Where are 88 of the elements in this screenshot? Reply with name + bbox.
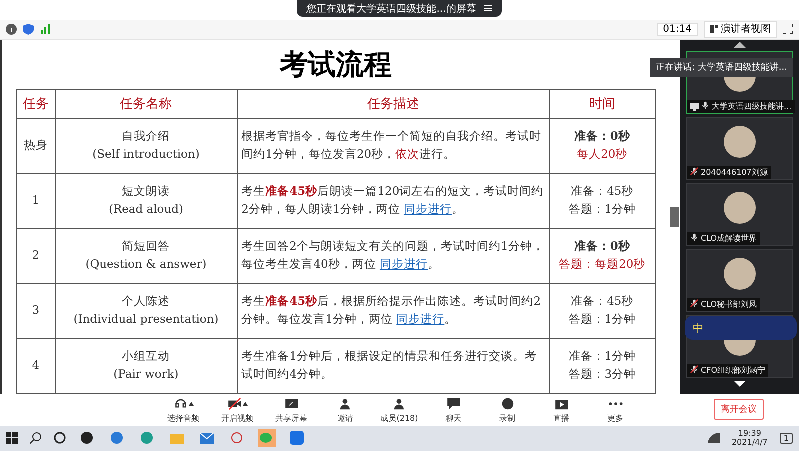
info-icon[interactable] xyxy=(6,24,17,35)
column-header: 任务描述 xyxy=(237,90,550,119)
column-header: 任务 xyxy=(16,90,56,119)
meeting-control[interactable]: 成员(218) xyxy=(380,396,420,424)
leave-meeting-button[interactable]: 离开会议 xyxy=(714,399,764,420)
muted-mic-icon xyxy=(690,365,699,374)
task-description: 考生准备45秒后，根据所给提示作出陈述。考试时间约2分钟。每位发言1分钟，两位 同步进行。 xyxy=(242,293,542,328)
menu-icon[interactable] xyxy=(484,5,492,12)
time-text: 答题：1分钟 xyxy=(568,201,638,218)
windows-start-icon[interactable] xyxy=(6,432,18,444)
time-text: 准备：0秒 xyxy=(573,128,632,146)
time-text: 准备：0秒 xyxy=(573,238,632,256)
chat-icon xyxy=(446,396,462,412)
meeting-control[interactable]: 共享屏幕 xyxy=(272,396,312,424)
time-text: 答题：每题20秒 xyxy=(558,256,647,274)
task-name-english: (Read aloud) xyxy=(108,201,184,218)
task-cell: 2 xyxy=(16,228,56,284)
time-text: 每人20秒 xyxy=(576,146,629,164)
task-name: 个人陈述 xyxy=(121,293,172,310)
mic-icon xyxy=(701,101,710,110)
meeting-control[interactable]: 选择音频 xyxy=(164,396,204,424)
task-description: 考生回答2个与朗读短文有关的问题，考试时间约1分钟，每位考生发言40秒，两位 同步进行。 xyxy=(242,238,545,274)
link[interactable]: 同步进行 xyxy=(396,312,445,326)
task-description: 考生准备1分钟后，根据设定的情景和任务进行交谈。考试时间约4分钟。 xyxy=(242,348,538,384)
participant-name: 2040446107刘源 xyxy=(701,167,768,178)
participant-tile[interactable]: CLO成解读世界 xyxy=(686,183,793,246)
muted-mic-icon xyxy=(690,299,699,308)
task-name-english: (Pair work) xyxy=(112,366,180,384)
avatar xyxy=(724,258,756,290)
column-header: 任务名称 xyxy=(55,90,238,119)
avatar xyxy=(724,126,756,158)
fullscreen-icon[interactable] xyxy=(783,24,793,34)
task-cell: 3 xyxy=(16,284,56,339)
meeting-control[interactable]: 开启视频 xyxy=(218,396,258,424)
search-icon[interactable] xyxy=(30,432,42,444)
task-name: 简短回答 xyxy=(121,238,172,256)
record-icon xyxy=(500,396,516,412)
video-off-icon xyxy=(227,396,243,412)
scroll-down-icon[interactable] xyxy=(734,381,746,388)
time-text: 准备：1分钟 xyxy=(568,348,638,366)
collapse-handle[interactable] xyxy=(670,207,679,228)
mic-icon xyxy=(690,233,699,242)
meeting-control[interactable]: 更多 xyxy=(596,396,636,424)
time-text: 准备：45秒 xyxy=(570,183,635,200)
caret-icon[interactable] xyxy=(189,402,194,406)
speaker-tooltip: 正在讲话: 大学英语四级技能讲... xyxy=(650,58,794,78)
participant-name: CFO组织部刘涵宁 xyxy=(701,365,766,376)
column-header: 时间 xyxy=(549,90,656,119)
muted-mic-icon xyxy=(690,167,699,176)
time-text: 答题：3分钟 xyxy=(568,366,638,384)
link[interactable]: 同步进行 xyxy=(380,257,428,272)
taskbar-clock[interactable]: 19:39 2021/4/7 xyxy=(732,428,768,448)
task-name-english: (Question & answer) xyxy=(84,256,208,274)
participant-name: 大学英语四级技能讲... xyxy=(712,101,792,112)
meeting-control[interactable]: 直播 xyxy=(542,396,582,424)
more-icon xyxy=(608,402,624,406)
shield-icon[interactable] xyxy=(23,24,34,35)
input-method-menu[interactable]: 中 xyxy=(685,316,797,340)
task-name-english: (Individual presentation) xyxy=(72,311,220,328)
signal-icon[interactable] xyxy=(40,24,51,34)
task-cell: 热身 xyxy=(16,118,56,174)
task-description: 根据考官指令，每位考生作一个简短的自我介绍。考试时间约1分钟，每位发言20秒，依次进行。 xyxy=(242,128,543,164)
task-view-icon[interactable] xyxy=(54,432,66,444)
meeting-app-icon[interactable] xyxy=(288,429,306,448)
viewing-title: 您正在观看大学英语四级技能...的屏幕 xyxy=(306,2,476,16)
caret-icon[interactable] xyxy=(243,402,248,406)
participant-name: CLO成解读世界 xyxy=(701,233,758,244)
participant-tile[interactable]: CLO秘书部刘凤 xyxy=(686,249,793,312)
task-name: 自我介绍 xyxy=(121,128,172,146)
task-name: 短文朗读 xyxy=(121,183,172,200)
meeting-control[interactable]: 聊天 xyxy=(434,396,474,424)
layout-icon xyxy=(710,25,718,34)
meeting-timer: 01:14 xyxy=(657,22,698,36)
task-cell: 1 xyxy=(16,174,56,229)
avatar xyxy=(724,192,756,224)
link[interactable]: 同步进行 xyxy=(404,202,452,216)
task-description: 考生准备45秒后朗读一篇120词左右的短文，考试时间约2分钟，每人朗读1分钟，两位 同步进行。 xyxy=(242,183,545,218)
slide-title: 考试流程 xyxy=(280,46,392,83)
meeting-control[interactable]: 录制 xyxy=(488,396,528,424)
time-text: 答题：1分钟 xyxy=(568,311,638,328)
notification-badge[interactable]: 1 xyxy=(780,432,793,444)
task-name-english: (Self introduction) xyxy=(92,146,201,164)
time-text: 准备：45秒 xyxy=(570,293,635,310)
view-mode-dropdown[interactable]: 演讲者视图 xyxy=(704,20,777,38)
participant-name: CLO秘书部刘凤 xyxy=(701,299,758,310)
meeting-control[interactable]: 邀请 xyxy=(326,396,366,424)
task-name: 小组互动 xyxy=(121,348,172,366)
participant-tile[interactable]: 2040446107刘源 xyxy=(686,117,793,180)
